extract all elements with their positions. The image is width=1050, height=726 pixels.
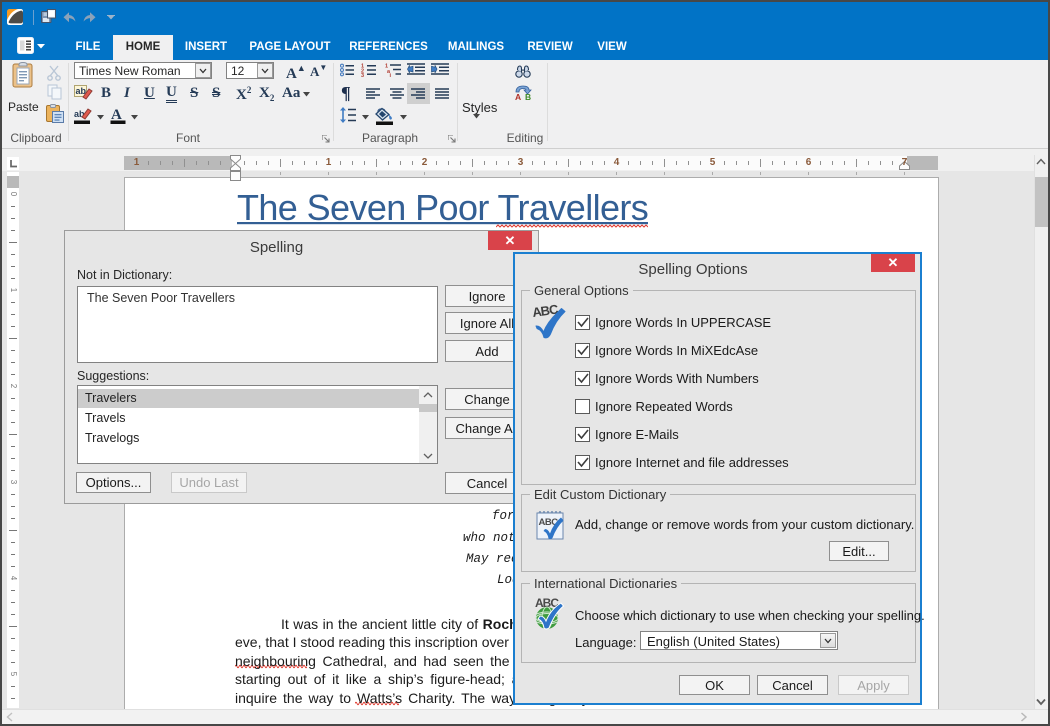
svg-text:B: B (525, 92, 531, 100)
svg-text:A: A (515, 92, 521, 100)
svg-text:3: 3 (361, 73, 364, 77)
svg-text:i: i (390, 73, 392, 77)
